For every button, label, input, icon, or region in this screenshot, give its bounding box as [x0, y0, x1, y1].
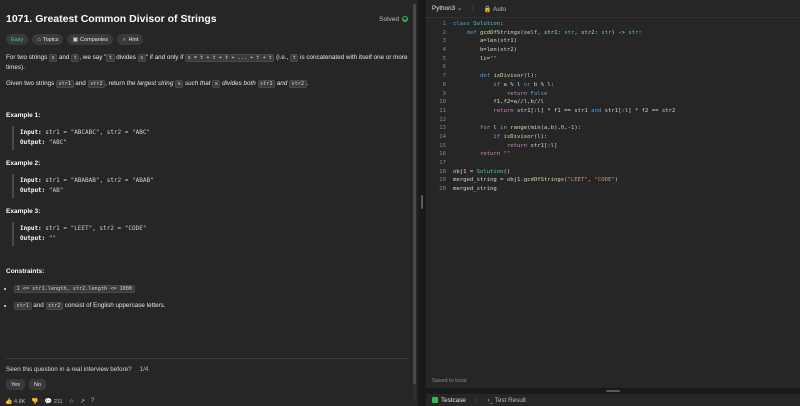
- auto-mode[interactable]: 🔒 Auto: [484, 5, 506, 13]
- problem-panel: 1071. Greatest Common Divisor of Strings…: [0, 0, 418, 406]
- checkbox-icon: [432, 397, 438, 403]
- splitter-grip[interactable]: [606, 390, 620, 392]
- hint-tag[interactable]: ♁ Hint: [116, 34, 144, 45]
- solved-status: Solved: [379, 16, 408, 23]
- problem-footer: 👍 4.8K 👎 💬 211 ☆ ↗ ?: [0, 396, 418, 406]
- problem-description: For two strings s and t, we say " t divid…: [6, 53, 408, 89]
- code-editor-panel: Python3 ⌄ | 🔒 Auto 1 class Solution: 2 de…: [426, 0, 800, 388]
- difficulty-tag[interactable]: Easy: [6, 34, 29, 45]
- chevron-down-icon: ⌄: [456, 5, 463, 12]
- editor-header: Python3 ⌄ | 🔒 Auto: [426, 0, 800, 18]
- tab-test-result[interactable]: ›_ Test Result: [488, 397, 526, 404]
- companies-tag[interactable]: ▣ Companies: [67, 34, 113, 45]
- check-circle-icon: [402, 16, 408, 22]
- constraint-item: str1 and str2 consist of English upperca…: [14, 301, 408, 311]
- interview-question: Seen this question in a real interview b…: [6, 366, 149, 373]
- problem-title: 1071. Greatest Common Divisor of Strings: [6, 13, 217, 25]
- lock-icon: ▣: [72, 37, 79, 43]
- interview-answers: Yes No: [6, 379, 47, 390]
- comments-button[interactable]: 💬 211: [45, 398, 63, 405]
- topics-tag[interactable]: ⌂ Topics: [32, 34, 64, 45]
- star-icon: ☆: [68, 398, 75, 405]
- share-icon: ↗: [80, 398, 86, 405]
- lock-icon: 🔒: [483, 5, 492, 13]
- vertical-splitter[interactable]: [418, 0, 426, 406]
- example-1-block: Input: str1 = "ABCABC", str2 = "ABC" Out…: [12, 126, 408, 150]
- description-paragraph-1: For two strings s and t, we say " t divid…: [6, 54, 408, 71]
- thumbs-up-icon: 👍: [5, 398, 13, 405]
- like-button[interactable]: 👍 4.8K: [5, 398, 25, 405]
- yes-button[interactable]: Yes: [6, 379, 25, 390]
- constraints-title: Constraints:: [6, 268, 45, 275]
- constraint-item: 1 <= str1.length, str2.length <= 1000: [14, 284, 408, 294]
- favorite-button[interactable]: ☆: [69, 398, 74, 405]
- dislike-button[interactable]: 👎: [31, 398, 38, 405]
- terminal-icon: ›_: [487, 396, 494, 404]
- tag-icon: ⌂: [37, 36, 41, 43]
- example-2-title: Example 2:: [6, 160, 41, 167]
- splitter-grip[interactable]: [421, 195, 423, 209]
- divider: [6, 358, 408, 359]
- example-3-block: Input: str1 = "LEET", str2 = "CODE" Outp…: [12, 222, 408, 246]
- constraints-list: 1 <= str1.length, str2.length <= 1000 st…: [6, 284, 408, 311]
- code-area[interactable]: 1 class Solution: 2 def gcdOfStrings(self…: [426, 20, 800, 194]
- saved-status: Saved to local: [432, 378, 467, 384]
- scrollbar-thumb[interactable]: [413, 4, 416, 384]
- test-tabs: Testcase | ›_ Test Result: [426, 394, 800, 406]
- no-button[interactable]: No: [28, 379, 47, 390]
- tab-testcase[interactable]: Testcase: [432, 397, 466, 404]
- problem-tags: Easy ⌂ Topics ▣ Companies ♁ Hint: [6, 34, 408, 45]
- example-1-title: Example 1:: [6, 112, 41, 119]
- description-paragraph-2: Given two strings str1 and str2, return …: [6, 80, 309, 88]
- language-select[interactable]: Python3 ⌄: [432, 5, 462, 12]
- problem-scrollbar[interactable]: [413, 4, 416, 400]
- example-2-block: Input: str1 = "ABABAB", str2 = "ABAB" Ou…: [12, 174, 408, 198]
- help-button[interactable]: ?: [91, 398, 94, 404]
- thumbs-down-icon: 👎: [31, 398, 39, 405]
- help-icon: ?: [91, 398, 95, 404]
- example-3-title: Example 3:: [6, 208, 41, 215]
- lightbulb-icon: ♁: [121, 36, 127, 43]
- share-button[interactable]: ↗: [80, 398, 85, 405]
- comment-icon: 💬: [44, 398, 53, 405]
